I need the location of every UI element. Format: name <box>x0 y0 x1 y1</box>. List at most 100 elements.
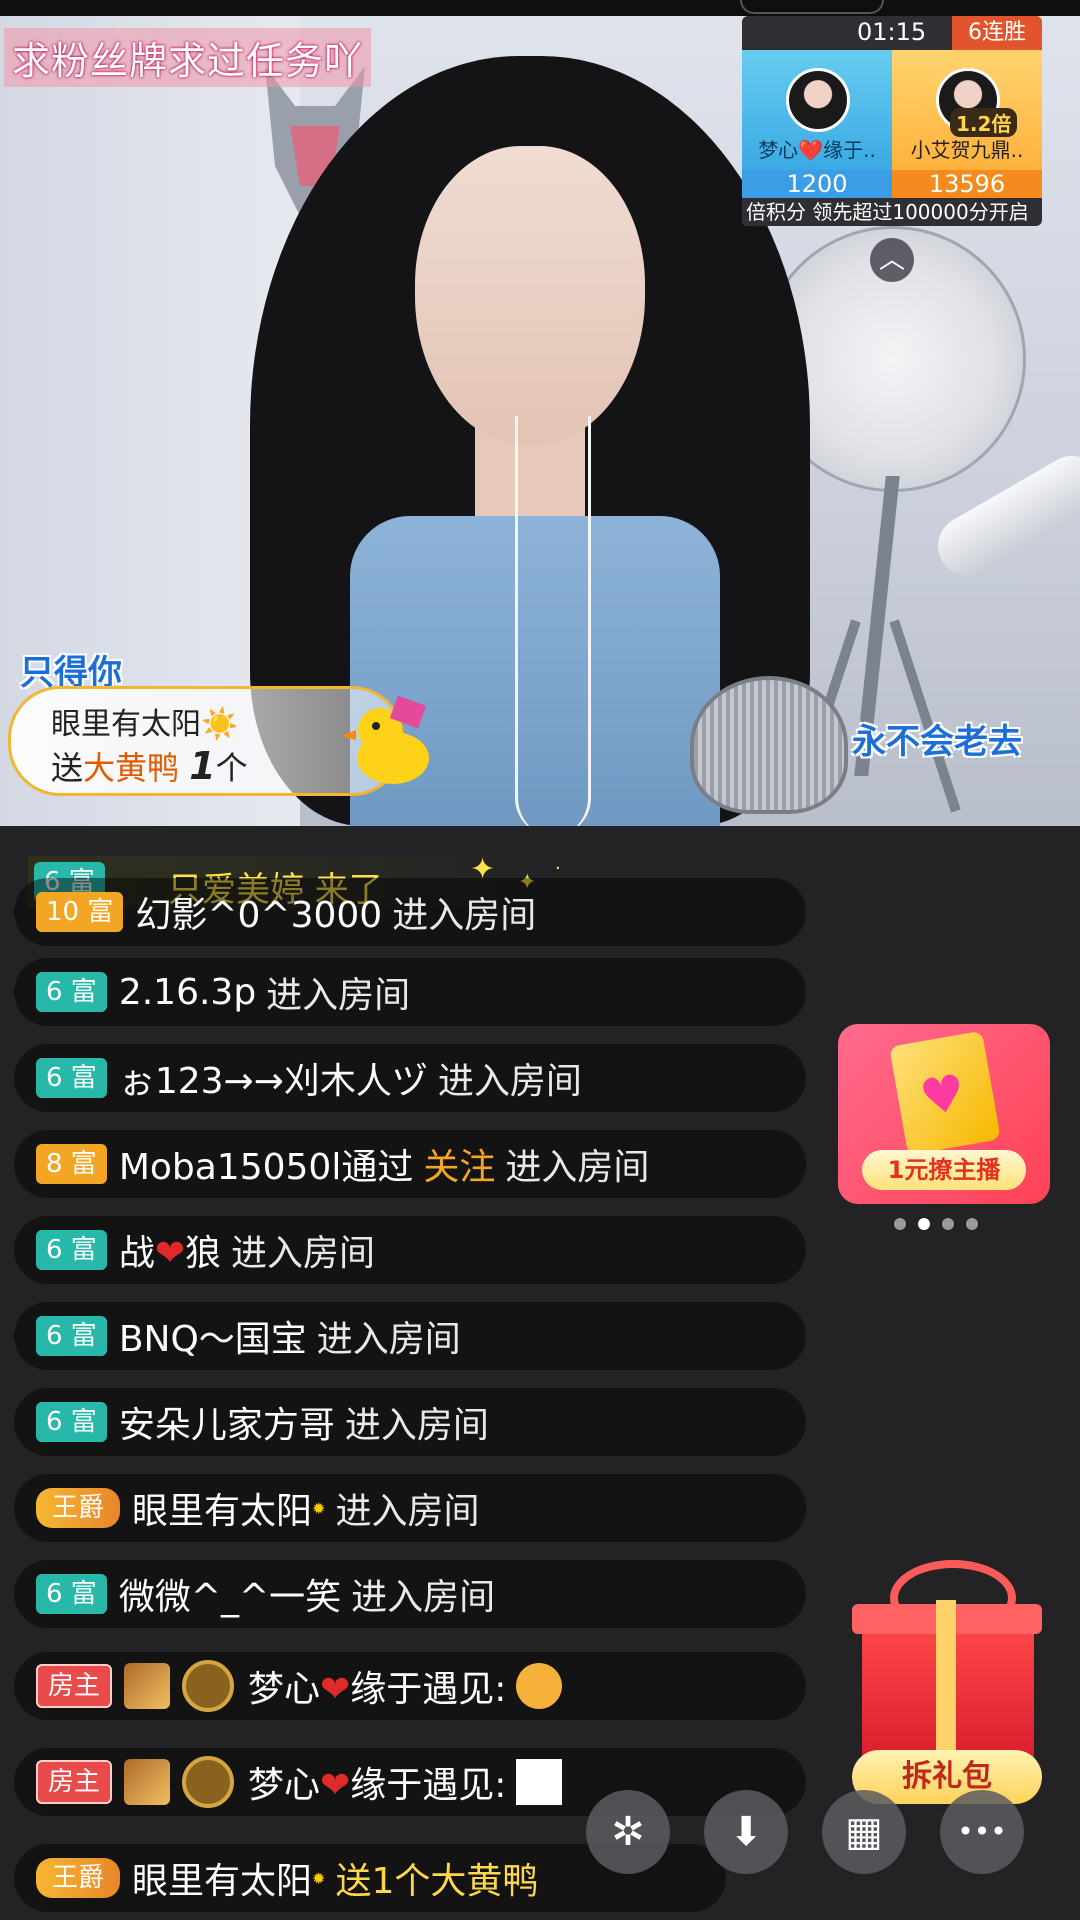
chat-username[interactable]: 梦心❤缘于遇见: <box>248 1660 506 1712</box>
song-title-right: 永不会老去 <box>852 722 1022 762</box>
chat-username[interactable]: 幻影^0^3000 <box>135 886 382 938</box>
download-icon[interactable]: ⬇ <box>704 1790 788 1874</box>
pk-right-name: 小艾贺九鼎.. <box>910 138 1024 162</box>
chat-username[interactable]: 微微^_^一笑 <box>119 1568 341 1620</box>
username-part: 狼 <box>185 1233 222 1274</box>
win-streak-badge: 6连胜 <box>952 16 1042 50</box>
emoji-icon <box>516 1663 563 1709</box>
medal-icon <box>124 1663 171 1709</box>
medal-icon <box>124 1759 171 1805</box>
pk-right-host[interactable]: 1.2倍 小艾贺九鼎.. <box>892 50 1042 170</box>
chat-message[interactable]: 6 富 BNQ～国宝 进入房间 <box>14 1302 806 1370</box>
pk-right-score: 13596 <box>892 170 1042 198</box>
gift-unit: 个 <box>215 749 248 787</box>
status-strip <box>0 0 1080 16</box>
heart-card-icon: ♥ <box>889 1030 1001 1156</box>
stream-banner: 求粉丝牌求过任务吖 <box>4 28 372 87</box>
pager-dot <box>894 1218 906 1230</box>
heart-icon: ❤ <box>320 1765 351 1806</box>
level-badge: 10 富 <box>36 892 124 932</box>
sticker-icon <box>516 1759 563 1805</box>
follow-text: 关注 <box>423 1147 496 1188</box>
gift-line: 送大黄鸭 1个 <box>51 743 248 789</box>
chat-action: 进入房间 <box>266 975 411 1016</box>
chat-action: 进入房间 <box>335 1491 480 1532</box>
chat-action: 进入房间 <box>351 1577 496 1618</box>
gift-pack[interactable]: 拆礼包 <box>852 1560 1042 1804</box>
noble-badge: 王爵 <box>36 1858 121 1898</box>
level-badge: 6 富 <box>36 1574 107 1614</box>
chat-message[interactable]: 6 富 战❤狼 进入房间 <box>14 1216 806 1284</box>
pager-dot-active <box>918 1218 930 1230</box>
microphone <box>690 676 848 814</box>
earphone-cable <box>515 416 591 826</box>
level-badge: 6 富 <box>36 1402 107 1442</box>
gift-sender: 眼里有太阳☀️ <box>51 707 239 742</box>
pager-dot <box>966 1218 978 1230</box>
level-ring-icon <box>182 1756 235 1808</box>
promo-banner[interactable]: ♥ 1元撩主播 <box>838 1024 1050 1204</box>
chat-action: 进入房间 <box>505 1147 650 1188</box>
gift-prefix: 送 <box>51 749 84 787</box>
chat-message[interactable]: 8 富 Moba15050l通过 关注 进入房间 <box>14 1130 806 1198</box>
heart-icon: ❤ <box>320 1669 351 1710</box>
chat-action: 进入房间 <box>231 1233 376 1274</box>
chat-message[interactable]: 6 富 微微^_^一笑 进入房间 <box>14 1560 806 1628</box>
level-badge: 8 富 <box>36 1144 107 1184</box>
pk-battle-widget[interactable]: 01:15 6连胜 梦心❤️缘于.. 1.2倍 小艾贺九鼎.. 1200 135… <box>742 16 1042 226</box>
level-badge: 6 富 <box>36 972 107 1012</box>
grid-menu-icon[interactable]: ▦ <box>822 1790 906 1874</box>
pk-timer: 01:15 <box>857 18 927 46</box>
gift-message: 送1个大黄鸭 <box>335 1861 539 1902</box>
chat-username[interactable]: BNQ～国宝 <box>119 1310 307 1362</box>
heart-icon: ❤ <box>154 1233 185 1274</box>
pk-left-score: 1200 <box>742 170 892 198</box>
chat-username[interactable]: 眼里有太阳 <box>132 1482 312 1534</box>
level-badge: 6 富 <box>36 1316 107 1356</box>
pk-score-bar: 1200 13596 <box>742 170 1042 198</box>
chat-message[interactable]: 6 富 ぉ123→→刈木人ヅ 进入房间 <box>14 1044 806 1112</box>
chat-username[interactable]: 安朵儿家方哥 <box>119 1396 335 1448</box>
pk-left-name: 梦心❤️缘于.. <box>758 138 876 162</box>
promo-pager <box>894 1218 978 1230</box>
chat-username[interactable]: Moba15050l通过 <box>119 1138 414 1190</box>
chat-message[interactable]: 房主 梦心❤缘于遇见: <box>14 1652 806 1720</box>
chat-username[interactable]: 2.16.3p <box>119 972 256 1013</box>
multiplier-badge: 1.2倍 <box>950 108 1018 137</box>
share-icon[interactable]: ✲ <box>586 1790 670 1874</box>
chat-username[interactable]: 战❤狼 <box>119 1224 221 1276</box>
level-ring-icon <box>182 1660 235 1712</box>
pk-left-host[interactable]: 梦心❤️缘于.. <box>742 50 892 170</box>
chat-action: 进入房间 <box>316 1319 461 1360</box>
username-part: 梦心 <box>248 1765 321 1806</box>
yellow-duck-icon <box>342 695 429 784</box>
chat-message[interactable]: 王爵 眼里有太阳 ✹ 进入房间 <box>14 1474 806 1542</box>
level-badge: 6 富 <box>36 1230 107 1270</box>
avatar <box>786 68 850 132</box>
chat-username[interactable]: 眼里有太阳 <box>132 1852 312 1904</box>
username-part: 梦心 <box>248 1669 321 1710</box>
chat-message[interactable]: 6 富 2.16.3p 进入房间 <box>14 958 806 1026</box>
pager-dot <box>942 1218 954 1230</box>
chat-message[interactable]: 房主 梦心❤缘于遇见: <box>14 1748 806 1816</box>
gift-count: 1 <box>189 744 216 788</box>
gift-name: 大黄鸭 <box>83 749 180 787</box>
sun-icon: ✹ <box>312 1868 326 1888</box>
chat-action: 进入房间 <box>344 1405 489 1446</box>
collapse-chevron-icon[interactable]: ︿ <box>870 238 914 282</box>
username-part: 缘于遇见: <box>350 1669 507 1710</box>
level-badge: 6 富 <box>36 1058 107 1098</box>
pk-timer-bar: 01:15 6连胜 <box>742 16 1042 50</box>
chat-username[interactable]: ぉ123→→刈木人ヅ <box>119 1052 428 1104</box>
chat-message[interactable]: 6 富 安朵儿家方哥 进入房间 <box>14 1388 806 1456</box>
chat-action: 进入房间 <box>437 1061 582 1102</box>
pk-ticker: 倍积分 领先超过100000分开启 <box>742 198 1042 226</box>
noble-badge: 王爵 <box>36 1488 121 1528</box>
promo-button[interactable]: 1元撩主播 <box>862 1150 1026 1190</box>
chat-action: 进入房间 <box>392 895 537 936</box>
more-icon[interactable]: ••• <box>940 1790 1024 1874</box>
chat-username[interactable]: 梦心❤缘于遇见: <box>248 1756 506 1808</box>
chat-message[interactable]: 10 富 幻影^0^3000 进入房间 <box>14 878 806 946</box>
heart-icon: ♥ <box>915 1062 970 1128</box>
host-badge: 房主 <box>36 1664 113 1708</box>
